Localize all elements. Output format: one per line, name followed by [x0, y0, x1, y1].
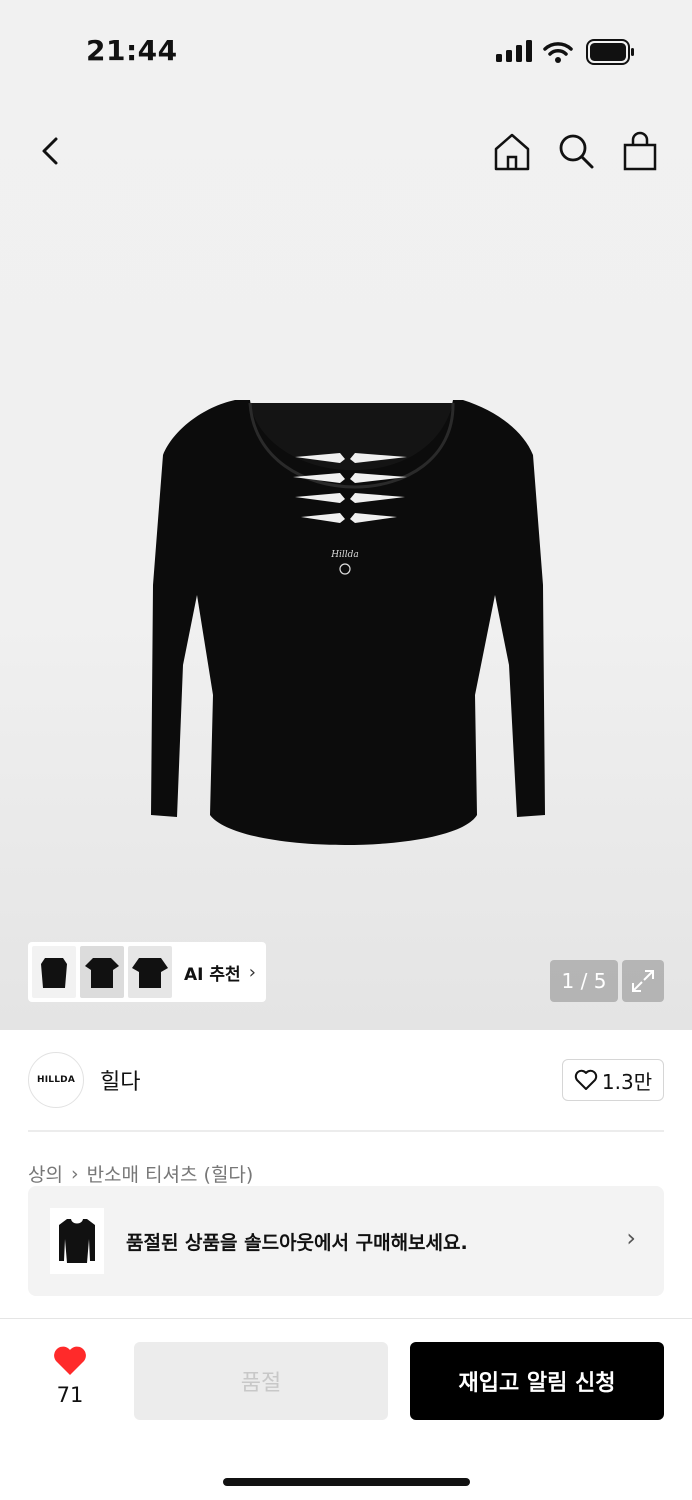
breadcrumb-category[interactable]: 상의: [28, 1160, 63, 1187]
chevron-right-icon: ›: [626, 1224, 636, 1252]
wifi-icon: [543, 42, 573, 63]
status-bar: 21:44: [0, 0, 692, 100]
cellular-signal-icon: [496, 40, 532, 62]
breadcrumb-subcategory[interactable]: 반소매 티셔츠 (힐다): [87, 1160, 254, 1187]
home-icon[interactable]: [492, 129, 532, 173]
product-like-button[interactable]: 71: [40, 1345, 100, 1415]
brand-logo[interactable]: HILLDA: [28, 1052, 84, 1108]
brand-like-count: 1.3만: [601, 1069, 653, 1094]
breadcrumb: 상의 › 반소매 티셔츠 (힐다): [28, 1160, 253, 1187]
brand-row: HILLDA 힐다 1.3만: [0, 1050, 692, 1110]
image-pager: 1 / 5: [550, 960, 618, 1002]
product-image-area[interactable]: 21:44 Hillda AI 추천 › 1 / 5: [0, 0, 692, 1030]
soldout-banner-message: 품절된 상품을 솔드아웃에서 구매해보세요.: [126, 1231, 468, 1254]
expand-icon[interactable]: [622, 960, 664, 1002]
top-navigation: [0, 125, 692, 177]
heart-filled-icon: [54, 1346, 86, 1375]
brand-like-button[interactable]: 1.3만: [562, 1059, 664, 1101]
battery-icon: [586, 39, 634, 65]
recommend-thumbnail[interactable]: [32, 946, 76, 998]
brand-name[interactable]: 힐다: [100, 1064, 140, 1096]
ai-recommend-label: AI 추천: [184, 964, 241, 985]
back-arrow-icon[interactable]: [36, 131, 64, 171]
product-like-count: 71: [56, 1383, 84, 1407]
product-photo[interactable]: Hillda: [145, 395, 550, 850]
svg-text:Hillda: Hillda: [330, 550, 359, 560]
ai-recommend-chip[interactable]: AI 추천 ›: [28, 942, 266, 1002]
heart-outline-icon: [574, 1069, 598, 1090]
chevron-right-icon: ›: [70, 1162, 79, 1185]
search-icon[interactable]: [556, 129, 596, 173]
soldout-button: 품절: [134, 1342, 388, 1420]
bottom-action-bar: 71 품절 재입고 알림 신청: [0, 1318, 692, 1500]
shopping-bag-icon[interactable]: [620, 129, 660, 173]
soldout-banner[interactable]: 품절된 상품을 솔드아웃에서 구매해보세요. ›: [28, 1186, 664, 1296]
banner-product-thumbnail: [50, 1208, 104, 1274]
home-indicator: [223, 1478, 470, 1486]
restock-alert-button[interactable]: 재입고 알림 신청: [410, 1342, 664, 1420]
recommend-thumbnail[interactable]: [128, 946, 172, 998]
recommend-thumbnail[interactable]: [80, 946, 124, 998]
status-time: 21:44: [86, 34, 178, 67]
divider: [28, 1130, 664, 1132]
chevron-right-icon: ›: [248, 961, 256, 983]
